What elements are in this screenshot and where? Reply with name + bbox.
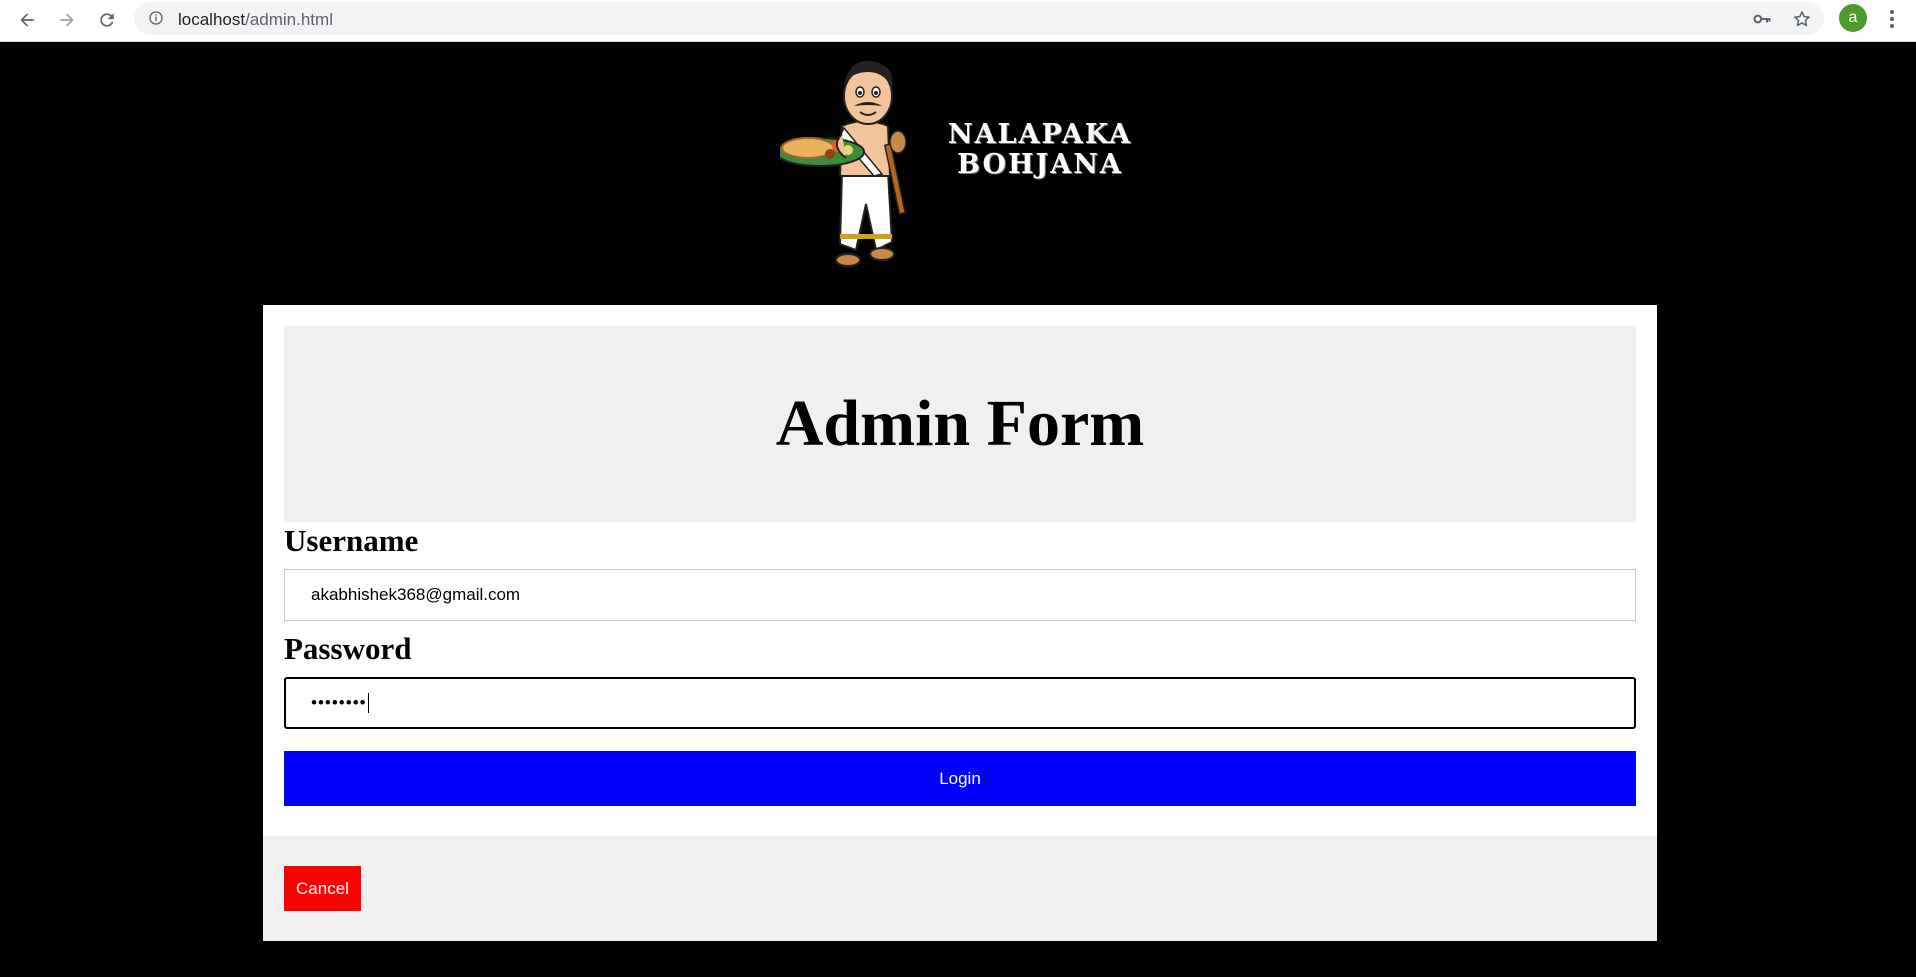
logo-title: NALAPAKA BOHJANA	[915, 120, 1165, 180]
address-bar[interactable]: localhost/admin.html	[134, 2, 1824, 35]
text-caret	[367, 693, 369, 713]
info-icon[interactable]	[148, 10, 164, 26]
reload-icon	[100, 13, 114, 27]
key-icon[interactable]	[1752, 9, 1772, 29]
password-input[interactable]: ••••••••	[284, 677, 1636, 729]
star-icon[interactable]	[1792, 9, 1812, 29]
username-input[interactable]: akabhishek368@gmail.com	[284, 569, 1636, 621]
back-button[interactable]	[13, 6, 41, 34]
forward-button[interactable]	[53, 6, 81, 34]
password-value: ••••••••	[311, 693, 367, 712]
chef-mascot-icon	[775, 60, 907, 267]
reload-button[interactable]	[93, 6, 121, 34]
username-value: akabhishek368@gmail.com	[311, 585, 521, 604]
logo-line-2: BOHJANA	[957, 149, 1123, 180]
cancel-button[interactable]: Cancel	[284, 866, 361, 911]
form-footer: Cancel	[263, 836, 1657, 941]
restaurant-logo: NALAPAKA BOHJANA	[775, 54, 1160, 274]
forward-icon	[60, 13, 74, 27]
url-host: localhost	[178, 10, 246, 29]
logo-line-1: NALAPAKA	[947, 119, 1133, 150]
admin-form-card: Admin Form Username akabhishek368@gmail.…	[263, 305, 1657, 941]
username-label: Username	[284, 523, 419, 558]
url-path: /admin.html	[245, 10, 333, 29]
browser-toolbar: localhost/admin.html a	[0, 0, 1916, 42]
menu-dots-icon[interactable]	[1884, 6, 1900, 32]
password-label: Password	[284, 631, 412, 666]
login-button[interactable]: Login	[284, 751, 1636, 806]
back-icon	[20, 13, 34, 27]
url-text: localhost/admin.html	[178, 10, 333, 30]
profile-avatar[interactable]: a	[1839, 4, 1867, 32]
page-title: Admin Form	[775, 387, 1145, 460]
form-header: Admin Form	[284, 326, 1636, 522]
